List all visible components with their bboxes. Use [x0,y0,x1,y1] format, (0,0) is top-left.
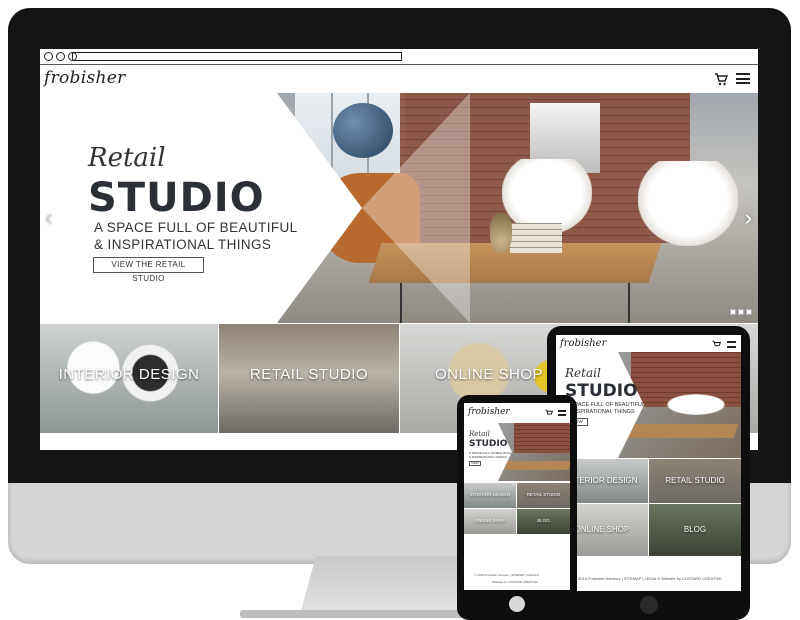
hero-photo-vase [490,213,512,253]
hero-photo-globe-decor [333,103,393,158]
tile-blog[interactable]: BLOG [517,509,570,534]
phone-hero: Retail STUDIO A SPACE FULL OF BEAUTIFUL … [464,423,570,481]
close-window-button[interactable] [44,52,53,61]
tile-retail-studio[interactable]: RETAIL STUDIO [649,459,741,503]
site-header: frobisher [40,65,758,93]
tile-interior-design[interactable]: INTERIOR DESIGN [40,324,218,433]
shopping-cart-icon[interactable] [545,409,553,417]
tile-label: BLOG [537,518,550,523]
phone-home-button[interactable] [509,596,525,612]
hamburger-menu-icon[interactable] [558,410,566,416]
tile-blog[interactable]: BLOG [649,504,741,556]
hero-script-heading: Retail [565,366,601,380]
hero-tagline-line: & INSPIRATIONAL THINGS [94,237,272,252]
slider-pagination [730,309,752,315]
hero-photo-sheepskin-chair [638,161,738,246]
footer-text: © 2016 Frobisher Interiors | SITEMAP | L… [574,576,661,581]
hero-tagline-line: & INSPIRATIONAL THINGS [566,409,635,415]
site-footer-text: © 2016 Frobisher Interiors | SITEMAP | L… [474,573,539,577]
tile-label: INTERIOR DESIGN [469,492,510,497]
hero-photo-table-legs [400,283,630,323]
tile-label: INTERIOR DESIGN [58,366,200,383]
tile-label: RETAIL STUDIO [249,366,369,383]
phone-device: frobisher Retail STUDIO A SPACE FULL OF … [457,395,577,620]
tile-online-shop[interactable]: ONLINE SHOP [464,509,516,534]
shopping-cart-icon[interactable] [714,72,728,86]
hero-tagline-line: A SPACE FULL OF BEAUTIFUL [94,220,298,235]
tile-retail-studio[interactable]: RETAIL STUDIO [219,324,399,433]
view-retail-studio-button[interactable]: VIEW THE RETAIL STUDIO [93,257,204,283]
slider-prev-arrow-icon[interactable]: ‹ [45,207,52,229]
hero-script-heading: Retail [469,430,490,438]
hero-script-heading: Retail [88,143,166,173]
tablet-hero: Retail STUDIO A SPACE FULL OF BEAUTIFUL … [556,352,741,458]
hero-tagline: A SPACE FULL OF BEAUTIFUL & INSPIRATIONA… [566,402,645,416]
hero-slider: Retail STUDIO A SPACE FULL OF BEAUTIFUL … [40,93,758,323]
tile-interior-design[interactable]: INTERIOR DESIGN [464,483,516,508]
slider-dot[interactable] [730,309,736,315]
slider-next-arrow-icon[interactable]: › [745,207,752,229]
hero-title: STUDIO [88,175,265,221]
tablet-device: frobisher Retail STUDIO A SPACE FULL OF … [547,326,750,620]
hero-tagline: A SPACE FULL OF BEAUTIFUL & INSPIRATIONA… [469,451,512,459]
tile-retail-studio[interactable]: RETAIL STUDIO [517,483,570,508]
tile-label: RETAIL STUDIO [665,476,725,485]
minimize-window-button[interactable] [56,52,65,61]
hero-photo-sheepskin-chair [661,392,731,417]
browser-toolbar [40,49,758,65]
shopping-cart-icon[interactable] [712,340,721,349]
hero-photo-coffee-table [504,461,570,470]
phone-screen: frobisher Retail STUDIO A SPACE FULL OF … [464,403,570,590]
hero-tagline-line: & INSPIRATIONAL THINGS [469,455,507,459]
hero-title: STUDIO [469,439,508,449]
site-logo[interactable]: frobisher [468,407,510,417]
hamburger-menu-icon[interactable] [736,73,750,84]
hero-tagline-line: A SPACE FULL OF BEAUTIFUL [566,402,645,408]
slider-dot[interactable] [738,309,744,315]
tile-label: RETAIL STUDIO [526,492,561,497]
site-footer: © 2016 Frobisher Interiors | SITEMAP | L… [574,576,722,581]
hero-title: STUDIO [565,381,638,401]
tablet-screen: frobisher Retail STUDIO A SPACE FULL OF … [556,335,741,591]
hero-photo-brick-wall [514,423,570,453]
tablet-home-button[interactable] [640,596,658,614]
hero-photo-coffee-table [623,424,739,438]
hero-photo-books [510,223,562,253]
footer-credit[interactable]: Website by CUSTARD CREATIVE [661,576,722,581]
hero-tagline: A SPACE FULL OF BEAUTIFUL & INSPIRATIONA… [94,219,298,253]
footer-credit[interactable]: Website by CUSTARD CREATIVE [492,580,538,584]
view-retail-studio-button[interactable]: VIEW [469,461,481,466]
slider-dot[interactable] [746,309,752,315]
site-logo[interactable]: frobisher [560,338,606,349]
tile-label: ONLINE SHOP [474,518,506,523]
hamburger-menu-icon[interactable] [727,341,736,348]
tile-label: BLOG [683,525,707,534]
site-logo[interactable]: frobisher [44,68,126,88]
address-bar[interactable] [72,52,402,61]
